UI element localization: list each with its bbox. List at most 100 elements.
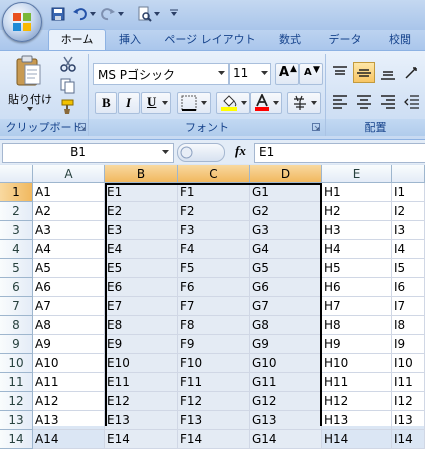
row-header[interactable]: 9 bbox=[0, 335, 33, 354]
fill-color-button[interactable] bbox=[216, 92, 250, 114]
cell[interactable]: E7 bbox=[105, 297, 178, 316]
align-right-button[interactable] bbox=[378, 92, 398, 112]
cell[interactable]: F9 bbox=[178, 335, 250, 354]
cell[interactable]: F10 bbox=[178, 354, 250, 373]
cell[interactable]: H13 bbox=[322, 411, 392, 430]
tab-insert[interactable]: 挿入 bbox=[110, 30, 150, 50]
column-header-a[interactable]: A bbox=[33, 165, 105, 183]
formula-input[interactable]: E1 bbox=[254, 143, 425, 163]
cell[interactable]: A6 bbox=[33, 278, 105, 297]
cell[interactable]: I2 bbox=[392, 202, 425, 221]
dialog-launcher-icon[interactable] bbox=[78, 123, 86, 131]
tab-data[interactable]: データ bbox=[322, 30, 368, 50]
row-header[interactable]: 3 bbox=[0, 221, 33, 240]
cell[interactable]: E1 bbox=[105, 183, 178, 202]
row-header[interactable]: 6 bbox=[0, 278, 33, 297]
cell[interactable]: A12 bbox=[33, 392, 105, 411]
align-center-button[interactable] bbox=[354, 92, 374, 112]
cell[interactable]: I12 bbox=[392, 392, 425, 411]
tab-home[interactable]: ホーム bbox=[48, 29, 106, 51]
cell[interactable]: H14 bbox=[322, 430, 392, 449]
cell[interactable]: E3 bbox=[105, 221, 178, 240]
save-icon[interactable] bbox=[50, 6, 66, 22]
copy-icon[interactable] bbox=[60, 78, 76, 94]
decrease-indent-button[interactable] bbox=[402, 92, 422, 112]
cell[interactable]: G12 bbox=[250, 392, 322, 411]
row-header[interactable]: 14 bbox=[0, 430, 33, 449]
cell[interactable]: A8 bbox=[33, 316, 105, 335]
row-header[interactable]: 4 bbox=[0, 240, 33, 259]
cell[interactable]: I6 bbox=[392, 278, 425, 297]
cell[interactable]: H1 bbox=[322, 183, 392, 202]
cell[interactable]: G1 bbox=[250, 183, 322, 202]
cell[interactable]: F4 bbox=[178, 240, 250, 259]
orientation-button[interactable] bbox=[402, 63, 422, 83]
cell[interactable]: G11 bbox=[250, 373, 322, 392]
paste-button[interactable]: 貼り付け bbox=[6, 55, 52, 115]
font-size-combo[interactable]: 11 bbox=[229, 63, 271, 85]
cell[interactable]: I4 bbox=[392, 240, 425, 259]
align-bottom-button[interactable] bbox=[378, 63, 398, 83]
dialog-launcher-icon[interactable] bbox=[312, 123, 320, 131]
align-left-button[interactable] bbox=[330, 92, 350, 112]
borders-button[interactable] bbox=[177, 92, 211, 114]
cell[interactable]: G7 bbox=[250, 297, 322, 316]
cell[interactable]: E4 bbox=[105, 240, 178, 259]
cell[interactable]: F3 bbox=[178, 221, 250, 240]
cell[interactable]: F2 bbox=[178, 202, 250, 221]
cell[interactable]: G13 bbox=[250, 411, 322, 430]
cell[interactable]: G4 bbox=[250, 240, 322, 259]
cell[interactable]: I11 bbox=[392, 373, 425, 392]
shrink-font-button[interactable]: A ▼ bbox=[299, 63, 323, 85]
cell[interactable]: H11 bbox=[322, 373, 392, 392]
cell[interactable]: A7 bbox=[33, 297, 105, 316]
row-header[interactable]: 7 bbox=[0, 297, 33, 316]
tab-review[interactable]: 校閲 bbox=[378, 30, 422, 50]
cell[interactable]: H4 bbox=[322, 240, 392, 259]
cell[interactable]: G10 bbox=[250, 354, 322, 373]
row-header[interactable]: 1 bbox=[0, 183, 33, 202]
cell[interactable]: F8 bbox=[178, 316, 250, 335]
cell[interactable]: G5 bbox=[250, 259, 322, 278]
cell[interactable]: E10 bbox=[105, 354, 178, 373]
cell[interactable]: F1 bbox=[178, 183, 250, 202]
row-header[interactable]: 10 bbox=[0, 354, 33, 373]
italic-button[interactable]: I bbox=[118, 92, 140, 114]
phonetic-button[interactable] bbox=[287, 92, 321, 114]
cell[interactable]: F13 bbox=[178, 411, 250, 430]
cell[interactable]: A2 bbox=[33, 202, 105, 221]
font-name-combo[interactable]: MS Pゴシック bbox=[93, 63, 229, 85]
cell[interactable]: F7 bbox=[178, 297, 250, 316]
align-middle-button[interactable] bbox=[353, 62, 375, 83]
cell[interactable]: A11 bbox=[33, 373, 105, 392]
cell[interactable]: A14 bbox=[33, 430, 105, 449]
row-header[interactable]: 2 bbox=[0, 202, 33, 221]
font-color-button[interactable] bbox=[250, 92, 282, 114]
redo-icon[interactable] bbox=[100, 6, 116, 22]
cell[interactable]: H8 bbox=[322, 316, 392, 335]
insert-function-button[interactable]: fx bbox=[235, 143, 246, 159]
cell[interactable]: E12 bbox=[105, 392, 178, 411]
cell[interactable]: I14 bbox=[392, 430, 425, 449]
cell[interactable]: H9 bbox=[322, 335, 392, 354]
cell[interactable]: F11 bbox=[178, 373, 250, 392]
column-header-partial[interactable] bbox=[392, 165, 425, 183]
column-header-c[interactable]: C bbox=[178, 165, 250, 183]
row-header[interactable]: 12 bbox=[0, 392, 33, 411]
cell[interactable]: H3 bbox=[322, 221, 392, 240]
chevron-down-icon[interactable] bbox=[90, 11, 96, 17]
cell[interactable]: I5 bbox=[392, 259, 425, 278]
cell[interactable]: F14 bbox=[178, 430, 250, 449]
cell[interactable]: I3 bbox=[392, 221, 425, 240]
cell[interactable]: E14 bbox=[105, 430, 178, 449]
cut-icon[interactable] bbox=[60, 56, 76, 72]
undo-icon[interactable] bbox=[72, 6, 88, 22]
cell[interactable]: E2 bbox=[105, 202, 178, 221]
cell[interactable]: A3 bbox=[33, 221, 105, 240]
cell[interactable]: H7 bbox=[322, 297, 392, 316]
cell[interactable]: A13 bbox=[33, 411, 105, 430]
cell[interactable]: I7 bbox=[392, 297, 425, 316]
cell[interactable]: H5 bbox=[322, 259, 392, 278]
row-header[interactable]: 8 bbox=[0, 316, 33, 335]
cell[interactable]: G2 bbox=[250, 202, 322, 221]
